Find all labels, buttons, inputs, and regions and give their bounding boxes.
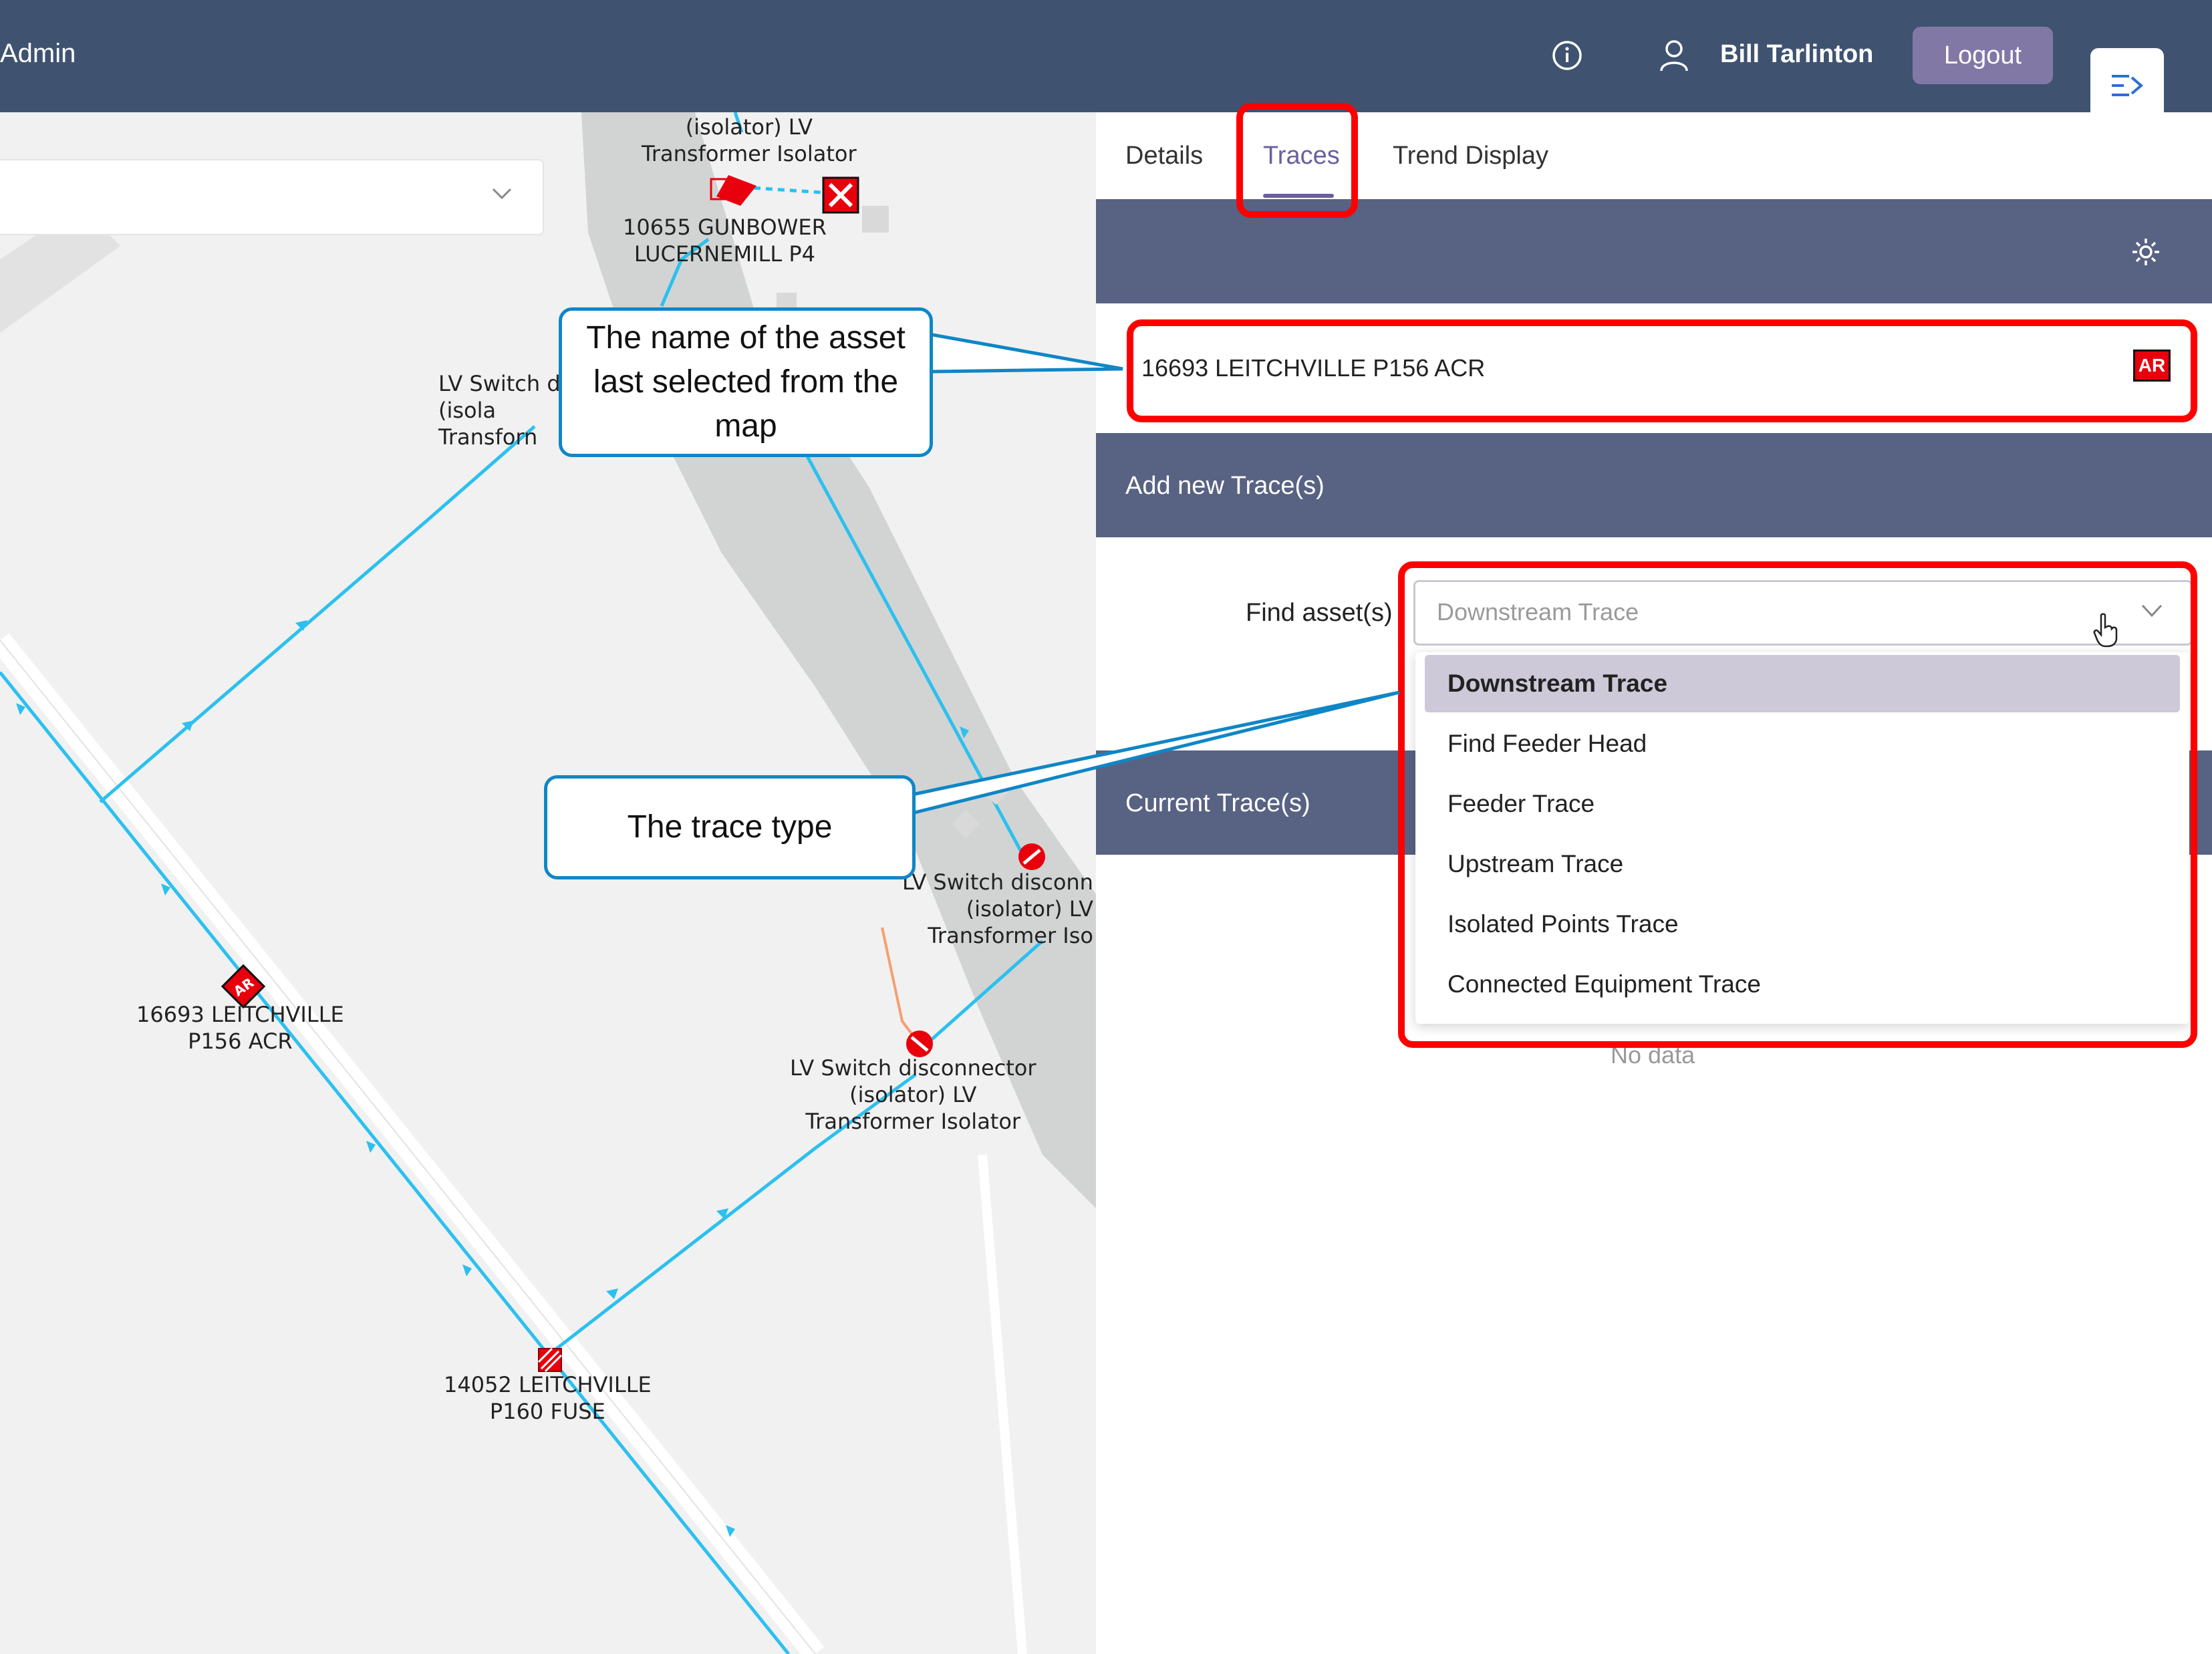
callout-asset-name: The name of the asset last selected from… [559,307,933,457]
callout-trace-type: The trace type [544,775,916,879]
callout-pointers [908,332,1400,816]
